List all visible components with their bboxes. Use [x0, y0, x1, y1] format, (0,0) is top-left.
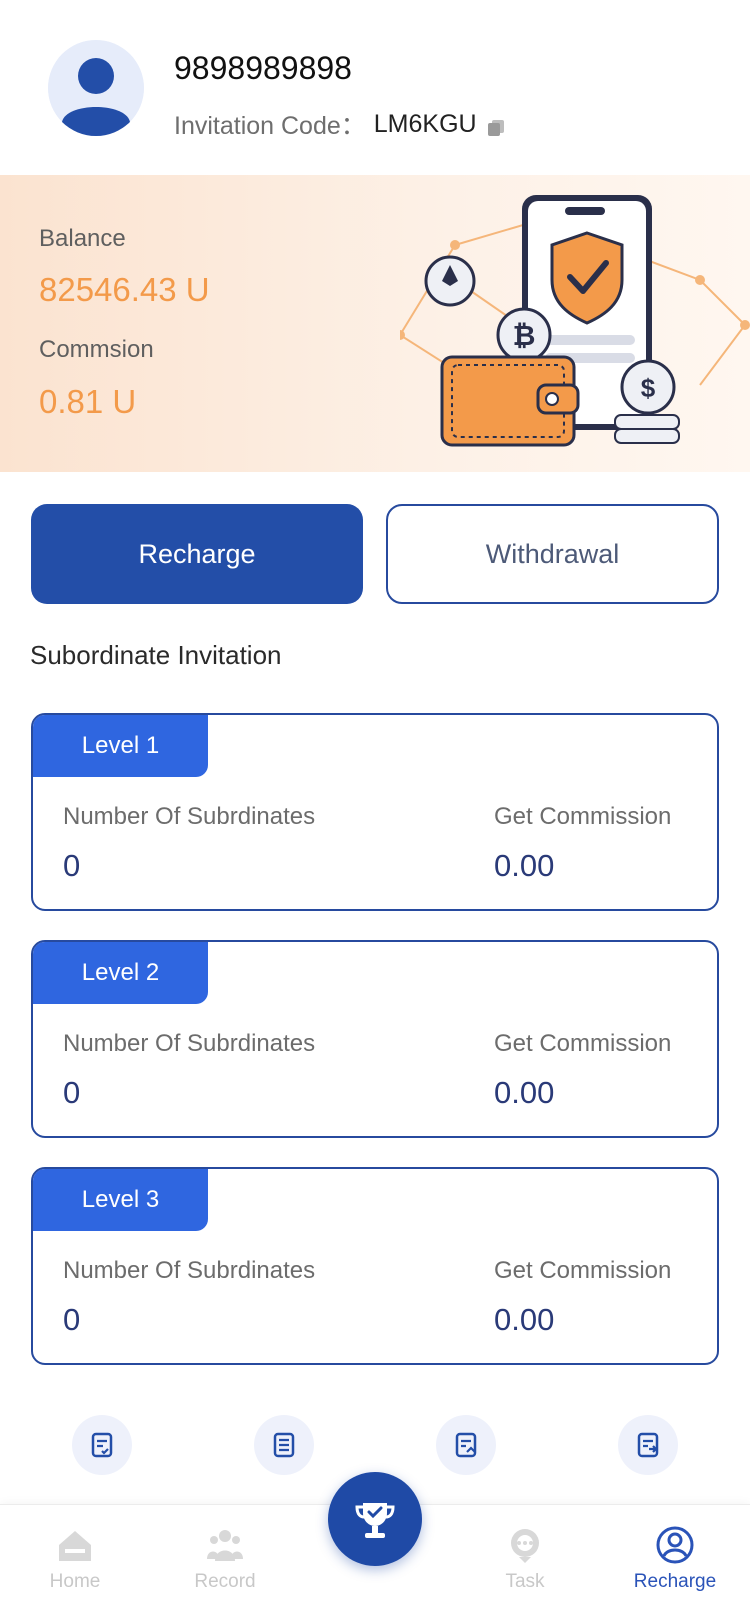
profile-header: 9898989898 Invitation Code： LM6KGU	[0, 0, 750, 175]
center-trophy-button[interactable]	[328, 1472, 422, 1566]
level-card-1: Level 1 Number Of Subrdinates Get Commis…	[31, 713, 719, 911]
tab-record-label: Record	[194, 1571, 256, 1592]
level-tag: Level 3	[33, 1169, 208, 1231]
level-tag: Level 1	[33, 715, 208, 777]
profile-icon	[656, 1526, 694, 1564]
recharge-button[interactable]: Recharge	[31, 504, 363, 604]
tab-task[interactable]: Task	[450, 1525, 600, 1615]
commission-value: 0.00	[494, 1302, 555, 1337]
level-card-3: Level 3 Number Of Subrdinates Get Commis…	[31, 1167, 719, 1365]
invitation-code-row: Invitation Code： LM6KGU	[174, 106, 505, 142]
withdrawal-button[interactable]: Withdrawal	[386, 504, 719, 604]
commission-label: Commsion	[39, 336, 154, 363]
commission-label: Get Commission	[494, 1257, 672, 1284]
subordinates-value: 0	[63, 1302, 81, 1337]
commission-value: 0.00	[494, 1075, 555, 1110]
commission-label: Get Commission	[494, 1030, 672, 1057]
subordinate-title: Subordinate Invitation	[30, 640, 282, 670]
user-phone: 9898989898	[174, 50, 352, 86]
home-icon	[59, 1531, 91, 1561]
tab-recharge-label: Recharge	[633, 1571, 717, 1592]
copy-icon[interactable]	[487, 115, 505, 136]
trophy-icon	[355, 1503, 395, 1538]
svg-text:₿: ₿	[513, 320, 536, 351]
subordinates-value: 0	[63, 1075, 81, 1110]
task-list-icon[interactable]	[72, 1415, 132, 1475]
task-icon	[511, 1529, 539, 1563]
balance-label: Balance	[39, 225, 126, 252]
subordinates-label: Number Of Subrdinates	[63, 803, 316, 830]
balance-record-icon[interactable]	[254, 1415, 314, 1475]
commission-label: Get Commission	[494, 803, 672, 830]
tab-recharge[interactable]: Recharge	[600, 1525, 750, 1615]
subordinates-label: Number Of Subrdinates	[63, 1030, 316, 1057]
subordinates-label: Number Of Subrdinates	[63, 1257, 316, 1284]
level-tag: Level 2	[33, 942, 208, 1004]
avatar-icon[interactable]	[48, 40, 144, 136]
record-icon	[207, 1530, 243, 1561]
subordinates-value: 0	[63, 848, 81, 883]
balance-panel: Balance 82546.43 U Commsion 0.81 U ₿ $	[0, 175, 750, 472]
tab-home-label: Home	[49, 1571, 101, 1592]
invitation-label: Invitation Code：	[174, 112, 366, 140]
commission-value: 0.81 U	[39, 383, 137, 420]
withdrawal-record-icon[interactable]	[618, 1415, 678, 1475]
wallet-illustration: ₿ $	[395, 185, 750, 465]
balance-value: 82546.43 U	[39, 271, 210, 308]
commission-value: 0.00	[494, 848, 555, 883]
recharge-record-icon[interactable]	[436, 1415, 496, 1475]
level-card-2: Level 2 Number Of Subrdinates Get Commis…	[31, 940, 719, 1138]
tab-record[interactable]: Record	[150, 1525, 300, 1615]
tab-task-label: Task	[505, 1571, 545, 1592]
invitation-code: LM6KGU	[373, 109, 477, 138]
tab-home[interactable]: Home	[0, 1525, 150, 1615]
svg-text:$: $	[641, 373, 656, 403]
